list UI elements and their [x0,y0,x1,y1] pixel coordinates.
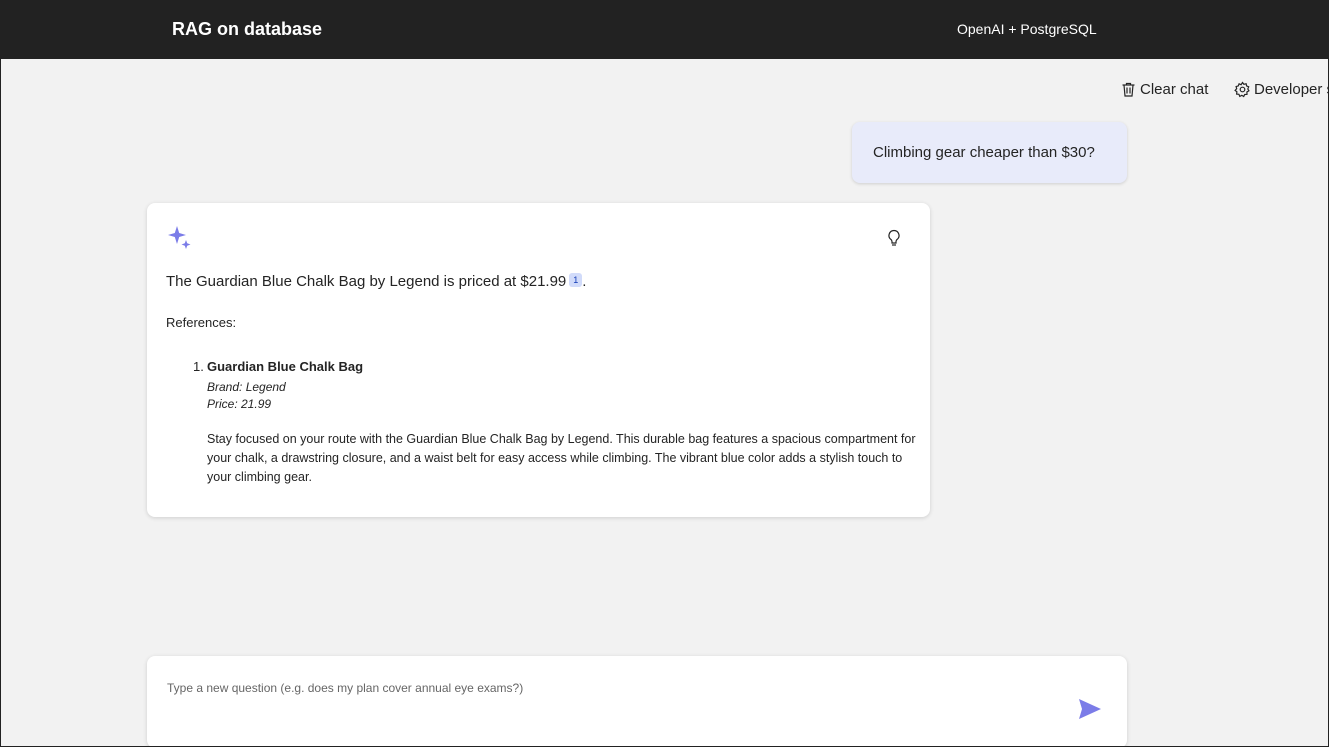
gear-icon [1234,81,1251,98]
citation-link[interactable]: 1 [569,273,583,287]
app-title[interactable]: RAG on database [172,19,322,40]
reference-description: Stay focused on your route with the Guar… [207,432,916,484]
provider-label: OpenAI + PostgreSQL [957,21,1097,37]
user-message: Climbing gear cheaper than $30? [852,122,1127,183]
reference-title: Guardian Blue Chalk Bag [207,359,364,374]
answer-card: The Guardian Blue Chalk Bag by Legend is… [147,203,930,517]
answer-trailing: . [582,273,587,290]
reference-price: Price: 21.99 [207,397,272,411]
question-input[interactable] [167,676,1047,700]
app-frame: RAG on database OpenAI + PostgreSQL Clea… [0,0,1329,747]
clear-chat-label: Clear chat [1140,81,1209,98]
answer-sentence: The Guardian Blue Chalk Bag by Legend is… [166,273,567,290]
clear-chat-button[interactable]: Clear chat [1120,81,1208,98]
references-label: References: [166,315,237,330]
developer-settings-button[interactable]: Developer settings [1234,81,1328,98]
reference-brand: Brand: Legend [207,380,286,394]
user-question-text: Climbing gear cheaper than $30? [873,144,1095,161]
question-input-box [147,656,1127,746]
answer-text: The Guardian Blue Chalk Bag by Legend is… [166,273,586,290]
developer-settings-label: Developer settings [1254,81,1328,98]
send-icon[interactable] [1078,698,1102,725]
lightbulb-icon[interactable] [886,229,902,252]
reference-number: 1. [193,359,204,374]
sparkle-icon [167,225,193,256]
header-bar: RAG on database OpenAI + PostgreSQL [1,1,1328,59]
trash-icon [1120,81,1137,98]
